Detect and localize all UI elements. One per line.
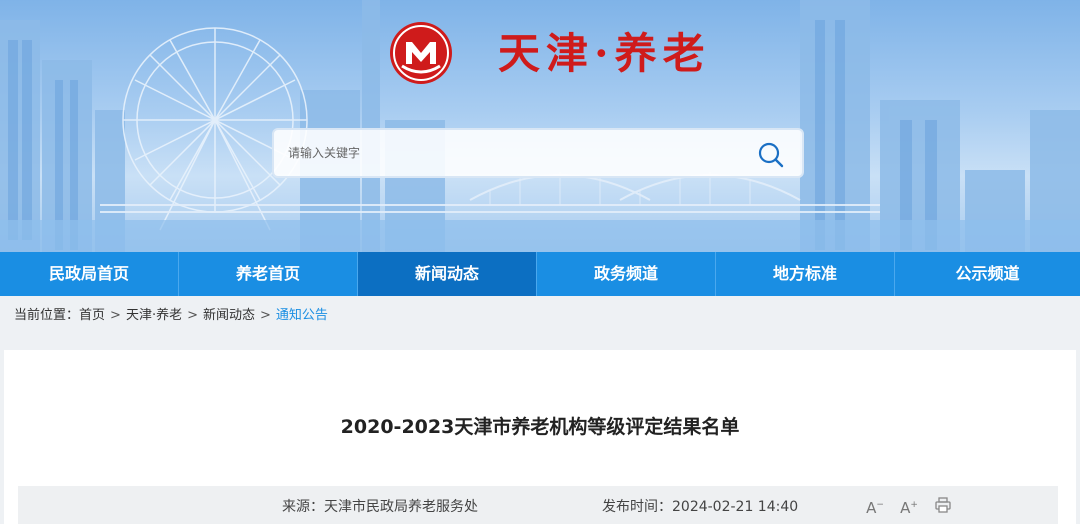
print-icon[interactable] — [932, 494, 954, 516]
search-box — [272, 128, 804, 178]
search-input[interactable] — [288, 140, 728, 166]
search-icon[interactable] — [756, 140, 786, 170]
article-title: 2020-2023天津市养老机构等级评定结果名单 — [340, 416, 740, 438]
breadcrumb-separator: > — [187, 308, 198, 323]
site-title: 天津·养老 — [498, 29, 711, 78]
article-publish-time: 发布时间：2024-02-21 14:40 — [602, 499, 799, 515]
breadcrumb-notices[interactable]: 通知公告 — [276, 308, 328, 323]
font-increase-icon[interactable]: A+ — [898, 494, 920, 517]
header-banner: 天津·养老 — [0, 0, 1080, 252]
font-decrease-icon[interactable]: A− — [864, 494, 886, 517]
nav-item-government-affairs[interactable]: 政务频道 — [537, 252, 716, 296]
breadcrumb-separator: > — [260, 308, 271, 323]
nav-item-local-standards[interactable]: 地方标准 — [716, 252, 895, 296]
breadcrumb-elderly-care[interactable]: 天津·养老 — [126, 308, 182, 323]
article-meta-bar: 来源：天津市民政局养老服务处 发布时间：2024-02-21 14:40 A− … — [18, 486, 1058, 524]
nav-item-news[interactable]: 新闻动态 — [358, 252, 537, 296]
breadcrumb: 当前位置：首页 > 天津·养老 > 新闻动态 > 通知公告 — [0, 296, 1080, 336]
breadcrumb-separator: > — [110, 308, 121, 323]
article-container: 2020-2023天津市养老机构等级评定结果名单 来源：天津市民政局养老服务处 … — [4, 350, 1076, 524]
breadcrumb-news[interactable]: 新闻动态 — [203, 308, 255, 323]
main-nav: 民政局首页 养老首页 新闻动态 政务频道 地方标准 公示频道 — [0, 252, 1080, 296]
site-logo-icon[interactable] — [388, 20, 454, 86]
nav-item-public-notices[interactable]: 公示频道 — [895, 252, 1080, 296]
nav-item-civil-affairs-home[interactable]: 民政局首页 — [0, 252, 179, 296]
breadcrumb-prefix: 当前位置： — [14, 308, 80, 323]
nav-item-elderly-care-home[interactable]: 养老首页 — [179, 252, 358, 296]
article-source: 来源：天津市民政局养老服务处 — [282, 499, 478, 515]
breadcrumb-home[interactable]: 首页 — [79, 308, 105, 323]
